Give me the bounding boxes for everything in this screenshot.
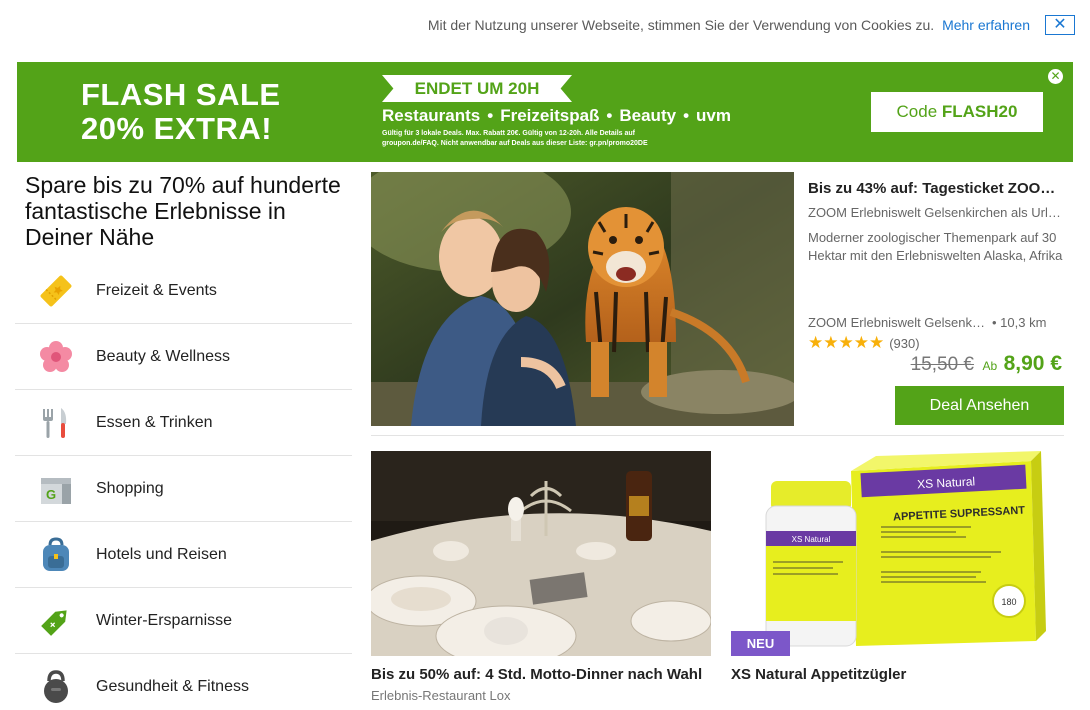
svg-text:G: G xyxy=(45,487,55,502)
deal-ansehen-button[interactable]: Deal Ansehen xyxy=(895,386,1064,425)
sidebar-item-gesundheit[interactable]: Gesundheit & Fitness xyxy=(15,654,352,710)
star-rating-icon: ★★★★★ xyxy=(808,333,885,352)
featured-deal-info: Bis zu 43% auf: Tagesticket ZOOM Erlebni… xyxy=(808,180,1064,425)
sidebar-tagline: Spare bis zu 70% auf hunderte fantastisc… xyxy=(25,172,341,250)
flower-icon xyxy=(15,339,96,375)
sidebar-item-shopping[interactable]: G Shopping xyxy=(15,456,352,522)
sidebar-item-label: Winter-Ersparnisse xyxy=(96,611,233,629)
deal-card-xs-natural[interactable]: XS Natural APPETITE SUPRESSANT 180 XS Na… xyxy=(731,451,1071,683)
cookie-more-link[interactable]: Mehr erfahren xyxy=(942,17,1030,33)
banner-headline-line-2: 20% EXTRA! xyxy=(81,111,273,146)
banner-categories: Restaurants • Freizeitspaß • Beauty • uvm xyxy=(382,106,731,126)
sidebar-item-essen[interactable]: Essen & Trinken xyxy=(15,390,352,456)
ticket-icon xyxy=(15,272,96,310)
sidebar-item-label: Shopping xyxy=(96,479,164,497)
category-sidebar: Spare bis zu 70% auf hunderte fantastisc… xyxy=(15,172,352,710)
kettlebell-icon xyxy=(15,669,96,705)
featured-deal-image[interactable] xyxy=(371,172,794,426)
deal-card-image[interactable] xyxy=(371,451,711,656)
location-distance: • 10,3 km xyxy=(992,315,1047,330)
sidebar-item-label: Freizeit & Events xyxy=(96,281,217,299)
featured-deal-title[interactable]: Bis zu 43% auf: Tagesticket ZOOM Erlebni… xyxy=(808,180,1064,197)
featured-deal-merchant: ZOOM Erlebniswelt Gelsenkirchen als Urla… xyxy=(808,205,1064,220)
rating-count: (930) xyxy=(889,335,920,351)
deal-card-title[interactable]: Bis zu 50% auf: 4 Std. Motto-Dinner nach… xyxy=(371,666,711,683)
sidebar-item-label: Essen & Trinken xyxy=(96,413,213,431)
banner-category: Beauty xyxy=(619,106,677,125)
price-prefix: Ab xyxy=(982,359,998,373)
banner-dot: • xyxy=(606,106,613,125)
old-price: 15,50 € xyxy=(910,354,975,375)
cookie-text: Mit der Nutzung unserer Webseite, stimme… xyxy=(427,17,935,33)
cookie-close-button[interactable]: ✕ xyxy=(1045,15,1075,35)
category-list: Freizeit & Events Beauty & Wellness Esse… xyxy=(15,258,352,710)
promo-code-value: FLASH20 xyxy=(941,102,1018,121)
banner-dot: • xyxy=(487,106,494,125)
banner-headline-line-1: FLASH SALE xyxy=(81,77,281,112)
banner-category: Restaurants xyxy=(382,106,481,125)
banner-category: uvm xyxy=(696,106,731,125)
sidebar-item-beauty[interactable]: Beauty & Wellness xyxy=(15,324,352,390)
tag-icon: + xyxy=(15,602,96,640)
cutlery-icon xyxy=(15,405,96,441)
cookie-notice: Mit der Nutzung unserer Webseite, stimme… xyxy=(428,17,1030,33)
sidebar-item-label: Beauty & Wellness xyxy=(96,347,230,365)
deal-card-dinner[interactable]: Bis zu 50% auf: 4 Std. Motto-Dinner nach… xyxy=(371,451,711,703)
backpack-icon xyxy=(15,536,96,573)
banner-ribbon: ENDET UM 20H xyxy=(382,75,572,102)
deal-card-merchant: Erlebnis-Restaurant Lox xyxy=(371,688,511,703)
featured-deal-rating: ★★★★★ (930) xyxy=(808,333,920,353)
new-badge: NEU xyxy=(731,631,790,656)
sidebar-item-hotels[interactable]: Hotels und Reisen xyxy=(15,522,352,588)
divider xyxy=(371,435,1064,436)
banner-close-button[interactable]: ✕ xyxy=(1048,69,1063,84)
featured-deal-price: 15,50 € Ab 8,90 € xyxy=(911,352,1062,376)
shopping-bag-icon: G xyxy=(15,472,96,506)
sidebar-item-label: Hotels und Reisen xyxy=(96,545,227,563)
banner-category: Freizeitspaß xyxy=(500,106,600,125)
sidebar-item-freizeit[interactable]: Freizeit & Events xyxy=(15,258,352,324)
deal-card-title[interactable]: XS Natural Appetitzügler xyxy=(731,666,1071,683)
sidebar-item-winter[interactable]: + Winter-Ersparnisse xyxy=(15,588,352,654)
location-name: ZOOM Erlebniswelt Gelsenkirchen xyxy=(808,315,986,330)
product-box-count: 180 xyxy=(1001,597,1016,607)
flash-sale-banner[interactable]: FLASH SALE 20% EXTRA! ENDET UM 20H Resta… xyxy=(17,62,1073,162)
new-price: 8,90 € xyxy=(1003,352,1062,375)
banner-headline: FLASH SALE 20% EXTRA! xyxy=(81,78,281,146)
banner-dot: • xyxy=(683,106,690,125)
featured-deal-description: Moderner zoologischer Themenpark auf 30 … xyxy=(808,230,1063,263)
featured-deal-location: ZOOM Erlebniswelt Gelsenkirchen • 10,3 k… xyxy=(808,315,1064,330)
banner-fine-print: Gültig für 3 lokale Deals. Max. Rabatt 2… xyxy=(382,130,648,147)
cookie-bar: Mit der Nutzung unserer Webseite, stimme… xyxy=(0,0,1090,52)
sidebar-item-label: Gesundheit & Fitness xyxy=(96,678,249,695)
deal-card-image[interactable]: XS Natural APPETITE SUPRESSANT 180 XS Na… xyxy=(731,451,1071,656)
promo-code-button[interactable]: Code FLASH20 xyxy=(871,92,1043,132)
promo-code-label: Code xyxy=(896,102,938,121)
bottle-brand: XS Natural xyxy=(792,535,831,544)
